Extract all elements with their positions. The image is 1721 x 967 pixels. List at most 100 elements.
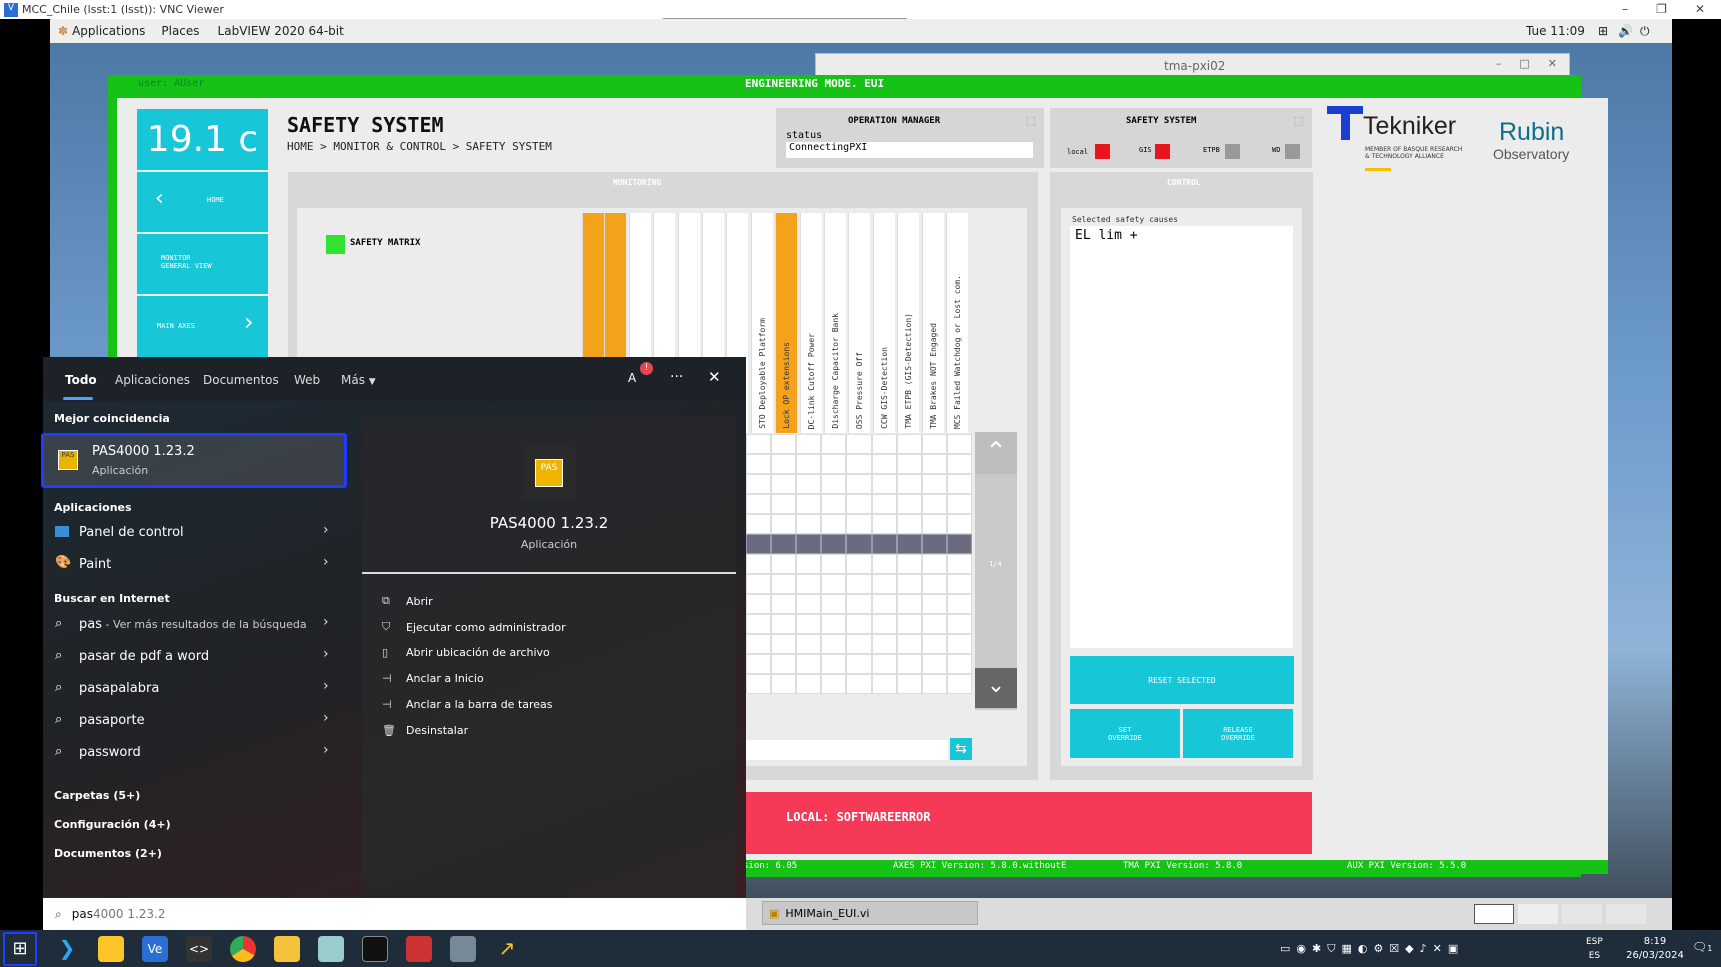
matrix-cell[interactable] <box>771 634 797 654</box>
printer-app-icon[interactable] <box>406 936 432 962</box>
matrix-cell[interactable] <box>846 594 872 614</box>
avatar[interactable]: A <box>628 371 636 385</box>
matrix-cell[interactable] <box>771 594 797 614</box>
matrix-cell[interactable] <box>946 514 972 534</box>
matrix-filter-field[interactable] <box>746 740 948 760</box>
language-indicator[interactable]: ESP ES <box>1586 935 1603 963</box>
matrix-cell[interactable] <box>771 554 797 574</box>
web-result-item[interactable]: ⌕ pas - Ver más resultados de la búsqueda… <box>43 611 351 639</box>
matrix-cell[interactable] <box>771 574 797 594</box>
matrix-cell[interactable] <box>921 534 947 554</box>
remote-app-icon[interactable] <box>450 936 476 962</box>
restore-icon[interactable]: ❐ <box>1656 2 1667 16</box>
matrix-cell[interactable] <box>946 594 972 614</box>
matrix-cell[interactable] <box>846 554 872 574</box>
nav-main-axes-button[interactable]: MAIN AXES › <box>137 296 268 358</box>
web-result-item[interactable]: ⌕ password › <box>43 739 351 767</box>
vscode-icon[interactable]: ❯ <box>54 936 80 962</box>
power-icon[interactable]: ⏻ <box>1640 24 1650 39</box>
matrix-cell[interactable] <box>746 514 772 534</box>
matrix-cell[interactable] <box>746 614 772 634</box>
matrix-cell[interactable] <box>821 574 847 594</box>
remote-taskbar-item[interactable]: ▣ HMIMain_EUI.vi <box>762 901 978 925</box>
scroll-up-button[interactable]: ⌃ <box>975 432 1017 474</box>
matrix-cell[interactable] <box>746 654 772 674</box>
matrix-cell[interactable] <box>796 614 822 634</box>
detail-action-item[interactable]: ⊣ Anclar a la barra de tareas <box>382 698 553 711</box>
matrix-cell[interactable] <box>921 474 947 494</box>
matrix-cell[interactable] <box>846 434 872 454</box>
matrix-cell[interactable] <box>821 474 847 494</box>
matrix-cell[interactable] <box>896 674 922 694</box>
matrix-cell[interactable] <box>946 454 972 474</box>
matrix-cell[interactable] <box>946 574 972 594</box>
matrix-cell[interactable] <box>921 614 947 634</box>
web-result-item[interactable]: ⌕ pasaporte › <box>43 707 351 735</box>
breadcrumb[interactable]: HOME > MONITOR & CONTROL > SAFETY SYSTEM <box>287 140 552 153</box>
workspace-4[interactable] <box>1606 904 1646 924</box>
matrix-cell[interactable] <box>746 494 772 514</box>
matrix-cell[interactable] <box>821 654 847 674</box>
matrix-cell[interactable] <box>871 474 897 494</box>
matrix-cell[interactable] <box>821 494 847 514</box>
matrix-cell[interactable] <box>871 434 897 454</box>
matrix-cell[interactable] <box>896 634 922 654</box>
notes-icon[interactable] <box>318 936 344 962</box>
matrix-cell[interactable] <box>821 594 847 614</box>
matrix-row[interactable] <box>746 634 972 654</box>
matrix-row[interactable] <box>746 534 972 554</box>
app-result-panel-control[interactable]: Panel de control › <box>43 519 351 547</box>
web-result-item[interactable]: ⌕ pasapalabra › <box>43 675 351 703</box>
config-group[interactable]: Configuración (4+) <box>54 818 171 831</box>
matrix-cell[interactable] <box>821 514 847 534</box>
folders-group[interactable]: Carpetas (5+) <box>54 789 140 802</box>
matrix-cell[interactable] <box>871 514 897 534</box>
terminal-icon[interactable] <box>362 936 388 962</box>
matrix-cell[interactable] <box>896 514 922 534</box>
matrix-cell[interactable] <box>896 434 922 454</box>
matrix-cell[interactable] <box>771 614 797 634</box>
matrix-cell[interactable] <box>946 634 972 654</box>
matrix-cell[interactable] <box>846 614 872 634</box>
matrix-cell[interactable] <box>821 534 847 554</box>
tab-web[interactable]: Web <box>294 373 320 387</box>
matrix-cell[interactable] <box>796 654 822 674</box>
matrix-cell[interactable] <box>921 654 947 674</box>
matrix-cell[interactable] <box>746 534 772 554</box>
chrome-icon[interactable] <box>230 936 256 962</box>
matrix-cell[interactable] <box>896 494 922 514</box>
matrix-cell[interactable] <box>846 474 872 494</box>
matrix-cell[interactable] <box>896 614 922 634</box>
matrix-row[interactable] <box>746 614 972 634</box>
pin-icon[interactable]: ⬚ <box>1294 114 1304 127</box>
matrix-cell[interactable] <box>871 674 897 694</box>
matrix-cell[interactable] <box>771 534 797 554</box>
matrix-cell[interactable] <box>746 574 772 594</box>
matrix-row[interactable] <box>746 594 972 614</box>
matrix-row[interactable] <box>746 554 972 574</box>
matrix-cell[interactable] <box>896 554 922 574</box>
more-options-icon[interactable]: ··· <box>670 369 683 385</box>
matrix-cell[interactable] <box>921 634 947 654</box>
matrix-cell[interactable] <box>796 574 822 594</box>
tab-todo[interactable]: Todo <box>65 373 97 387</box>
matrix-cell[interactable] <box>946 474 972 494</box>
nav-home-button[interactable]: ‹ HOME <box>137 172 268 232</box>
network-icon[interactable]: ⊞ <box>1598 24 1608 38</box>
detail-action-item[interactable]: ▯ Abrir ubicación de archivo <box>382 646 550 659</box>
close-icon[interactable]: ✕ <box>708 368 721 386</box>
matrix-cell[interactable] <box>921 594 947 614</box>
matrix-cell[interactable] <box>821 554 847 574</box>
search-box[interactable]: ⌕ pas 4000 1.23.2 <box>43 898 746 930</box>
set-override-button[interactable]: SET OVERRIDE <box>1070 709 1180 758</box>
matrix-cell[interactable] <box>921 494 947 514</box>
matrix-cell[interactable] <box>771 514 797 534</box>
matrix-cell[interactable] <box>746 674 772 694</box>
app-result-paint[interactable]: 🎨 Paint › <box>43 551 351 579</box>
matrix-cell[interactable] <box>896 574 922 594</box>
matrix-cell[interactable] <box>896 534 922 554</box>
matrix-row[interactable] <box>746 474 972 494</box>
media-player-icon[interactable] <box>98 936 124 962</box>
matrix-cell[interactable] <box>771 474 797 494</box>
matrix-cell[interactable] <box>821 634 847 654</box>
